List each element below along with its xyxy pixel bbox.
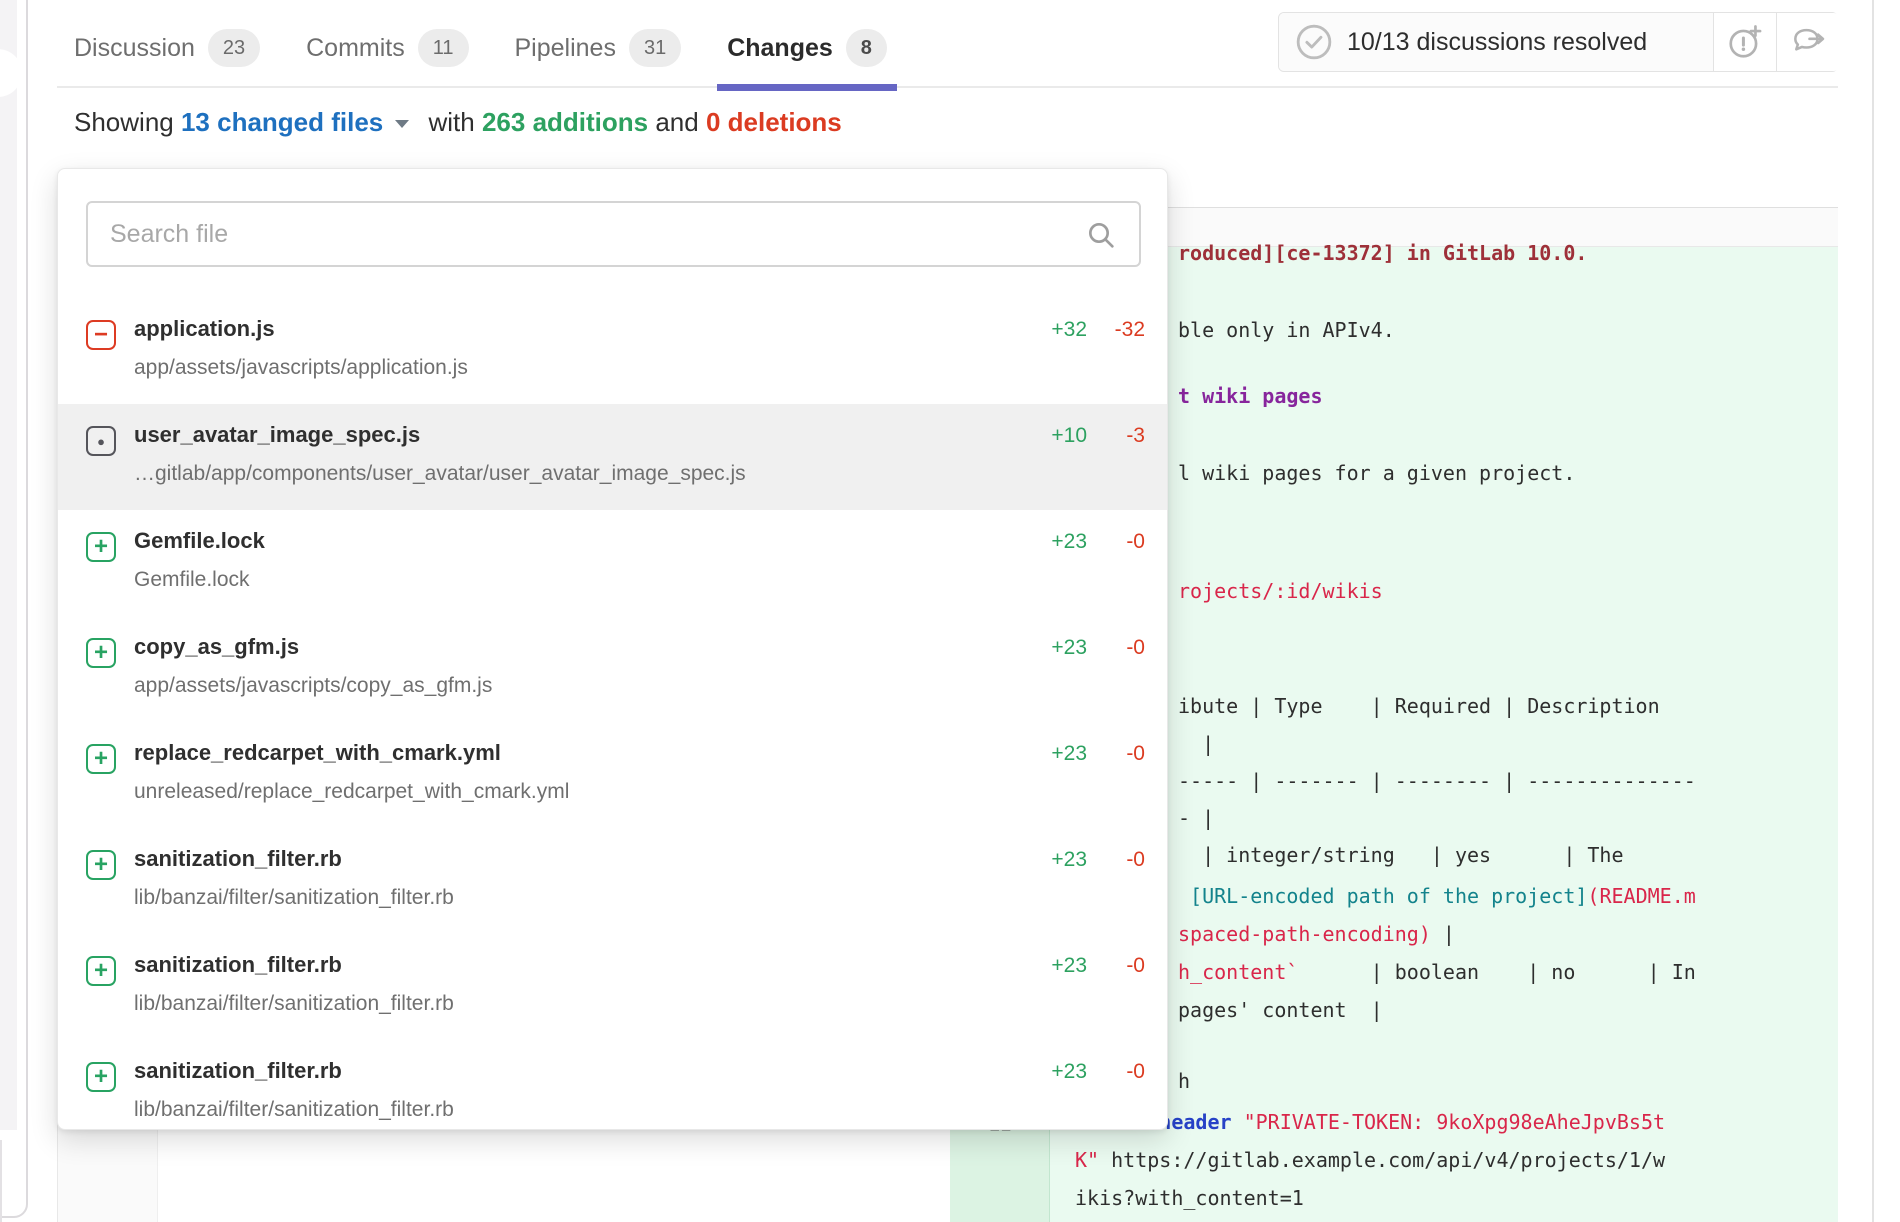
file-row[interactable]: + sanitization_filter.rb lib/banzai/filter…: [58, 1040, 1167, 1146]
file-name: sanitization_filter.rb: [134, 846, 342, 872]
file-row[interactable]: + Gemfile.lock Gemfile.lock +23 -0: [58, 510, 1167, 616]
search-input[interactable]: [88, 203, 1139, 265]
file-added-icon: +: [86, 744, 116, 774]
file-deletions: -3: [1095, 424, 1145, 448]
file-name: replace_redcarpet_with_cmark.yml: [134, 740, 501, 766]
file-path: lib/banzai/filter/sanitization_filter.rb: [134, 886, 454, 910]
file-additions: +23: [987, 530, 1087, 554]
file-row-selected[interactable]: ● user_avatar_image_spec.js …gitlab/app/co…: [58, 404, 1167, 510]
diff-added-code-pane: [1050, 247, 1838, 1222]
changed-files-dropdown-toggle[interactable]: 13 changed files: [181, 107, 383, 138]
file-deletions: -0: [1095, 848, 1145, 872]
file-path: lib/banzai/filter/sanitization_filter.rb: [134, 992, 454, 1016]
discussions-resolved-label: 10/13 discussions resolved: [1347, 28, 1647, 57]
file-added-icon: +: [86, 638, 116, 668]
file-row[interactable]: + replace_redcarpet_with_cmark.ymlunrelea…: [58, 722, 1167, 828]
file-additions: +23: [987, 954, 1087, 978]
file-additions: +32: [987, 318, 1087, 342]
tab-changes-label: Changes: [727, 34, 833, 63]
file-name: copy_as_gfm.js: [134, 634, 299, 660]
tab-pipelines-label: Pipelines: [515, 34, 616, 63]
jump-to-next-discussion-button[interactable]: [1776, 13, 1839, 71]
file-name: sanitization_filter.rb: [134, 1058, 342, 1084]
file-deletions: -0: [1095, 636, 1145, 660]
chevron-down-icon: [393, 117, 411, 131]
file-path: unreleased/replace_redcarpet_with_cmark.…: [134, 780, 569, 804]
summary-additions: 263 additions: [482, 107, 648, 138]
summary-deletions: 0 deletions: [706, 107, 842, 138]
file-name: application.js: [134, 316, 275, 342]
file-path: …gitlab/app/components/user_avatar/user_…: [134, 462, 746, 486]
file-row[interactable]: + sanitization_filter.rb lib/banzai/filter…: [58, 828, 1167, 934]
file-added-icon: +: [86, 956, 116, 986]
file-deletions: -0: [1095, 742, 1145, 766]
file-row[interactable]: −application.js app/assets/javascripts/ap…: [58, 298, 1167, 404]
summary-prefix: Showing: [74, 107, 181, 138]
search-icon: [1085, 219, 1117, 251]
file-additions: +10: [987, 424, 1087, 448]
mr-tabs: Discussion 23 Commits 11 Pipelines 31 Ch…: [74, 10, 887, 86]
file-name: sanitization_filter.rb: [134, 952, 342, 978]
tab-pipelines-count: 31: [629, 29, 681, 67]
tab-discussion[interactable]: Discussion 23: [74, 10, 260, 86]
file-additions: +23: [987, 848, 1087, 872]
file-search-box: [86, 201, 1141, 267]
file-additions: +23: [987, 742, 1087, 766]
issue-plus-icon: [1726, 23, 1764, 61]
comment-next-icon: [1789, 23, 1827, 61]
file-deletions: -0: [1095, 1060, 1145, 1084]
resolve-with-issue-button[interactable]: [1714, 13, 1776, 71]
tab-discussion-count: 23: [208, 29, 260, 67]
file-row[interactable]: + sanitization_filter.rb lib/banzai/filter…: [58, 934, 1167, 1040]
tab-pipelines[interactable]: Pipelines 31: [515, 10, 682, 86]
file-additions: +23: [987, 636, 1087, 660]
summary-and: and: [648, 107, 706, 138]
file-added-icon: +: [86, 532, 116, 562]
left-bottom-border: [0, 1140, 2, 1222]
merge-request-changes-page: Discussion 23 Commits 11 Pipelines 31 Ch…: [0, 0, 1900, 1222]
file-additions: +23: [987, 1060, 1087, 1084]
summary-with: with: [421, 107, 482, 138]
check-circle-icon: [1295, 23, 1333, 61]
file-added-icon: +: [86, 850, 116, 880]
file-added-icon: +: [86, 1062, 116, 1092]
tab-changes[interactable]: Changes 8: [727, 10, 887, 86]
file-path: app/assets/javascripts/application.js: [134, 356, 468, 380]
file-path: app/assets/javascripts/copy_as_gfm.js: [134, 674, 492, 698]
discussions-toolbar: 10/13 discussions resolved: [1278, 12, 1838, 72]
tab-commits-label: Commits: [306, 34, 405, 63]
file-deletions: -0: [1095, 954, 1145, 978]
file-removed-icon: −: [86, 320, 116, 350]
file-modified-icon: ●: [86, 426, 116, 456]
discussions-resolved-status: 10/13 discussions resolved: [1279, 13, 1714, 71]
tab-changes-count: 8: [846, 29, 887, 67]
tab-discussion-label: Discussion: [74, 34, 195, 63]
file-name: user_avatar_image_spec.js: [134, 422, 420, 448]
file-name: Gemfile.lock: [134, 528, 265, 554]
tab-commits-count: 11: [418, 29, 469, 67]
changed-files-dropdown: −application.js app/assets/javascripts/ap…: [57, 168, 1168, 1130]
changes-summary: Showing 13 changed files with 263 additi…: [74, 99, 842, 145]
tab-commits[interactable]: Commits 11: [306, 10, 468, 86]
file-path: Gemfile.lock: [134, 568, 250, 592]
scrollbar-track-edge[interactable]: [1872, 0, 1874, 1222]
left-panel-border: [0, 0, 28, 1218]
file-row[interactable]: + copy_as_gfm.js app/assets/javascripts/co…: [58, 616, 1167, 722]
tabbar-divider: [57, 86, 1838, 88]
file-deletions: -0: [1095, 530, 1145, 554]
file-deletions: -32: [1095, 318, 1145, 342]
file-path: lib/banzai/filter/sanitization_filter.rb: [134, 1098, 454, 1122]
